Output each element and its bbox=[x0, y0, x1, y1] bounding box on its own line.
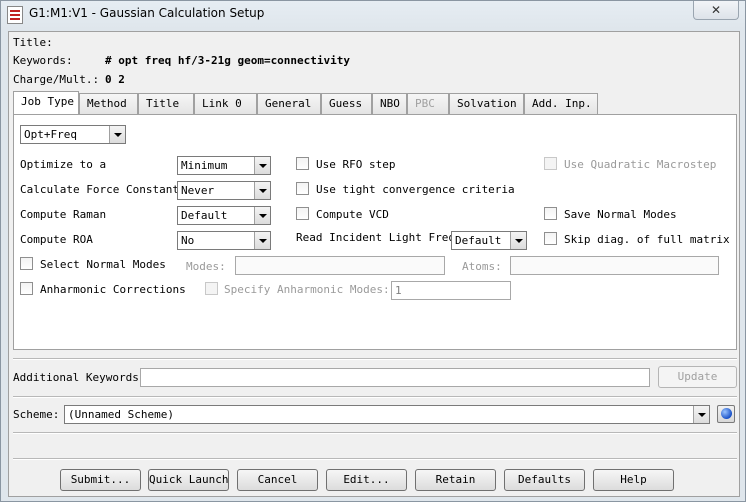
force-constants-select[interactable]: Never bbox=[177, 181, 271, 200]
divider bbox=[13, 358, 737, 360]
gaussian-setup-window: G1:M1:V1 - Gaussian Calculation Setup ✕ … bbox=[0, 0, 746, 502]
specify-anharmonic-label: Specify Anharmonic Modes: bbox=[224, 283, 390, 296]
divider bbox=[13, 432, 737, 434]
tab-add-inp[interactable]: Add. Inp. bbox=[524, 93, 598, 114]
divider bbox=[13, 458, 737, 460]
tab-method[interactable]: Method bbox=[79, 93, 138, 114]
rfo-step-checkbox[interactable] bbox=[296, 157, 309, 170]
select-normal-modes-checkbox[interactable] bbox=[20, 257, 33, 270]
skip-diag-checkbox[interactable] bbox=[544, 232, 557, 245]
specify-anharmonic-field[interactable]: 1 bbox=[391, 281, 511, 300]
tight-convergence-checkbox[interactable] bbox=[296, 182, 309, 195]
divider bbox=[13, 396, 737, 398]
roa-select[interactable]: No bbox=[177, 231, 271, 250]
help-button[interactable]: Help bbox=[593, 469, 674, 491]
chevron-down-icon[interactable] bbox=[254, 232, 270, 249]
gaussian-app-icon bbox=[7, 6, 23, 24]
save-normal-modes-label: Save Normal Modes bbox=[564, 208, 677, 221]
force-constants-value: Never bbox=[181, 184, 215, 197]
tab-general[interactable]: General bbox=[257, 93, 321, 114]
raman-select[interactable]: Default bbox=[177, 206, 271, 225]
force-constants-label: Calculate Force Constants bbox=[20, 183, 186, 196]
job-type-value: Opt+Freq bbox=[24, 128, 77, 141]
modes-field[interactable] bbox=[235, 256, 445, 275]
update-button[interactable]: Update bbox=[658, 366, 737, 388]
chevron-down-icon[interactable] bbox=[254, 182, 270, 199]
anharmonic-checkbox[interactable] bbox=[20, 282, 33, 295]
chevron-down-icon[interactable] bbox=[510, 232, 526, 249]
tab-link0[interactable]: Link 0 bbox=[194, 93, 257, 114]
tab-nbo[interactable]: NBO bbox=[372, 93, 407, 114]
roa-label: Compute ROA bbox=[20, 233, 93, 246]
roa-value: No bbox=[181, 234, 195, 247]
cancel-button[interactable]: Cancel bbox=[237, 469, 318, 491]
job-type-panel: Opt+Freq Optimize to a Minimum Calculate… bbox=[13, 114, 737, 350]
raman-label: Compute Raman bbox=[20, 208, 107, 221]
select-normal-modes-label: Select Normal Modes bbox=[40, 258, 166, 271]
tab-solvation[interactable]: Solvation bbox=[449, 93, 524, 114]
anharmonic-label: Anharmonic Corrections bbox=[40, 283, 186, 296]
incident-light-value: Default bbox=[455, 234, 502, 247]
atoms-label: Atoms: bbox=[462, 260, 502, 273]
defaults-button[interactable]: Defaults bbox=[504, 469, 585, 491]
scheme-select[interactable]: (Unnamed Scheme) bbox=[64, 405, 710, 424]
incident-light-label: Read Incident Light Freqs bbox=[296, 231, 462, 244]
chevron-down-icon[interactable] bbox=[693, 406, 709, 423]
title-label: Title: bbox=[13, 36, 53, 49]
quadratic-macrostep-label: Use Quadratic Macrostep bbox=[564, 158, 717, 171]
modes-label: Modes: bbox=[186, 260, 226, 273]
tab-pbc[interactable]: PBC bbox=[407, 93, 449, 114]
chevron-down-icon[interactable] bbox=[109, 126, 125, 143]
chevron-down-icon[interactable] bbox=[254, 207, 270, 224]
globe-icon[interactable] bbox=[717, 405, 735, 423]
close-button[interactable]: ✕ bbox=[693, 1, 739, 20]
optimize-value: Minimum bbox=[181, 159, 228, 172]
submit-button[interactable]: Submit... bbox=[60, 469, 141, 491]
charge-mult-label: Charge/Mult.: bbox=[13, 73, 100, 86]
compute-vcd-checkbox[interactable] bbox=[296, 207, 309, 220]
chevron-down-icon[interactable] bbox=[254, 157, 270, 174]
scheme-label: Scheme: bbox=[13, 408, 60, 421]
scheme-value: (Unnamed Scheme) bbox=[68, 408, 174, 421]
raman-value: Default bbox=[181, 209, 228, 222]
keywords-label: Keywords: bbox=[13, 54, 73, 67]
additional-keywords-input[interactable] bbox=[140, 368, 650, 387]
tab-guess[interactable]: Guess bbox=[321, 93, 372, 114]
job-type-select[interactable]: Opt+Freq bbox=[20, 125, 126, 144]
optimize-label: Optimize to a bbox=[20, 158, 107, 171]
edit-button[interactable]: Edit... bbox=[326, 469, 407, 491]
tab-title[interactable]: Title bbox=[138, 93, 194, 114]
quadratic-macrostep-checkbox[interactable] bbox=[544, 157, 557, 170]
atoms-field[interactable] bbox=[510, 256, 719, 275]
quick-launch-button[interactable]: Quick Launch bbox=[148, 469, 229, 491]
dialog-body: Title: Keywords: # opt freq hf/3-21g geo… bbox=[8, 31, 740, 497]
incident-light-select[interactable]: Default bbox=[451, 231, 527, 250]
save-normal-modes-checkbox[interactable] bbox=[544, 207, 557, 220]
tab-job-type[interactable]: Job Type bbox=[13, 91, 79, 114]
rfo-step-label: Use RFO step bbox=[316, 158, 396, 171]
compute-vcd-label: Compute VCD bbox=[316, 208, 389, 221]
skip-diag-label: Skip diag. of full matrix bbox=[564, 233, 730, 246]
tight-convergence-label: Use tight convergence criteria bbox=[316, 183, 515, 196]
optimize-select[interactable]: Minimum bbox=[177, 156, 271, 175]
keywords-value: # opt freq hf/3-21g geom=connectivity bbox=[105, 54, 351, 67]
charge-mult-value: 0 2 bbox=[105, 73, 125, 86]
window-title: G1:M1:V1 - Gaussian Calculation Setup bbox=[29, 6, 265, 20]
retain-button[interactable]: Retain bbox=[415, 469, 496, 491]
specify-anharmonic-checkbox[interactable] bbox=[205, 282, 218, 295]
additional-keywords-label: Additional Keywords: bbox=[13, 371, 146, 384]
title-bar[interactable]: G1:M1:V1 - Gaussian Calculation Setup ✕ bbox=[1, 1, 745, 29]
